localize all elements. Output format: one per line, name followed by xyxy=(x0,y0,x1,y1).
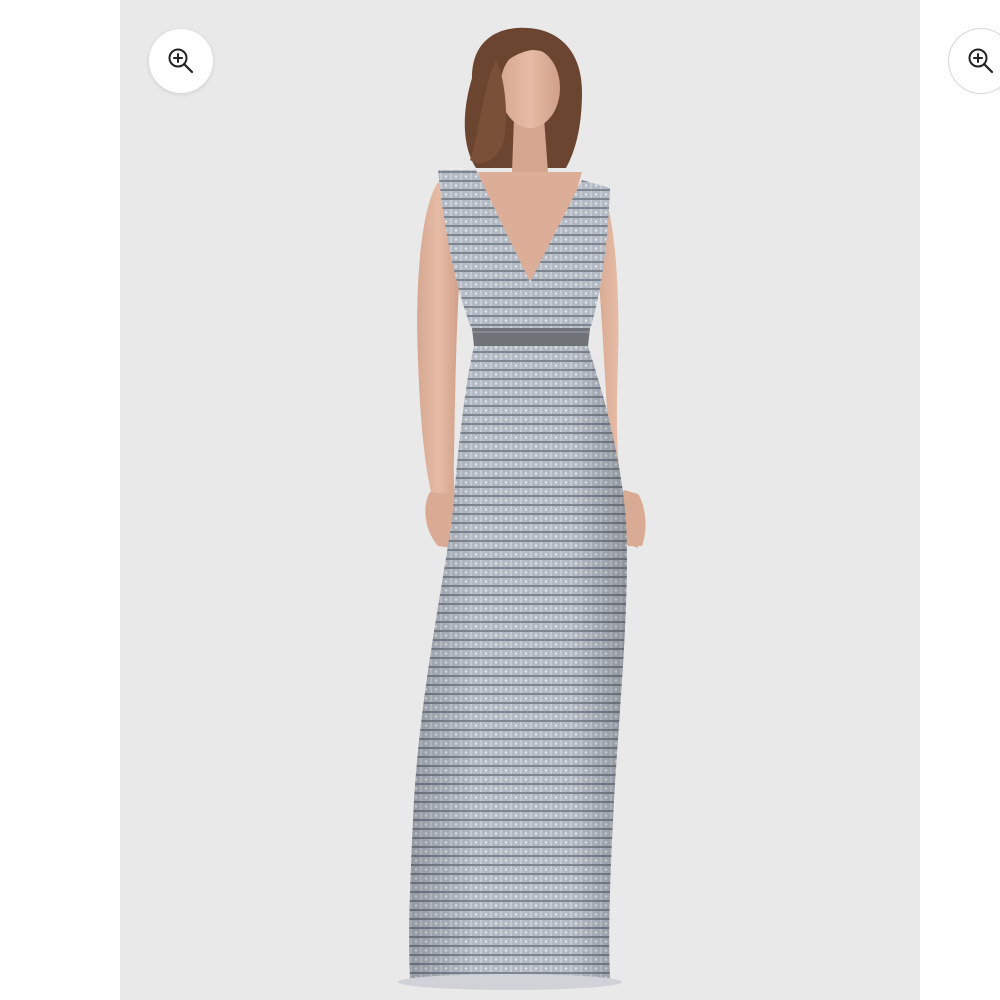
product-image-slide[interactable] xyxy=(120,0,920,1000)
product-image-gallery xyxy=(0,0,1000,1000)
zoom-in-button[interactable] xyxy=(149,29,213,93)
next-image-slide[interactable] xyxy=(920,0,1000,1000)
zoom-in-icon xyxy=(168,48,194,74)
product-photo xyxy=(398,27,646,990)
zoom-in-icon xyxy=(968,48,994,74)
zoom-in-button-next[interactable] xyxy=(949,29,1000,93)
